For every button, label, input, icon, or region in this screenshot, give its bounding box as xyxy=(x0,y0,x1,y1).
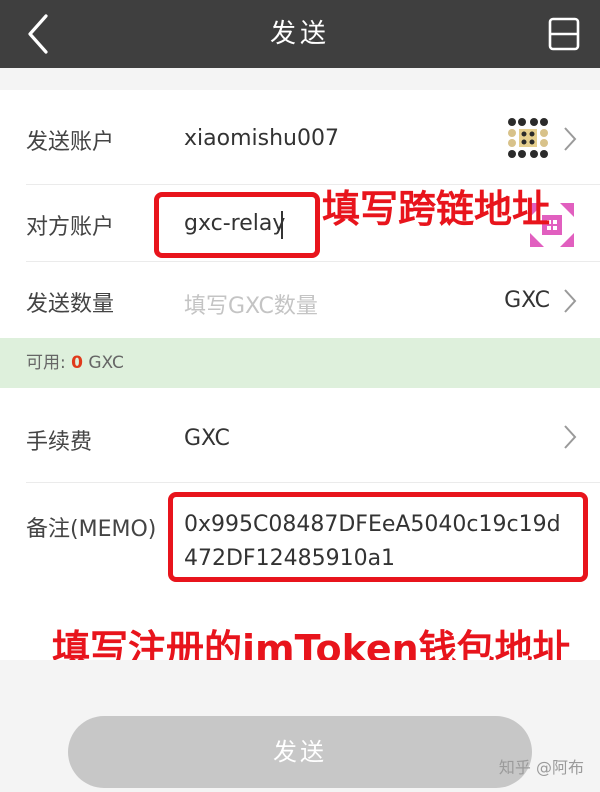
available-balance-bar: 可用: 0 GXC xyxy=(0,338,600,388)
account-avatar xyxy=(506,116,550,160)
highlight-memo xyxy=(168,492,588,582)
available-balance: 可用: 0 GXC xyxy=(26,353,124,373)
scan-button[interactable] xyxy=(546,16,582,52)
fee-value: GXC xyxy=(184,426,230,451)
scan-icon xyxy=(548,17,580,51)
amount-input[interactable]: 填写GXC数量 xyxy=(184,288,318,320)
amount-label: 发送数量 xyxy=(26,292,115,317)
back-button[interactable] xyxy=(20,12,64,56)
chevron-left-icon xyxy=(28,14,48,54)
amount-row: 发送数量 填写GXC数量 GXC xyxy=(0,262,600,338)
chevron-right-icon[interactable] xyxy=(562,126,578,152)
chevron-right-icon[interactable] xyxy=(562,424,578,450)
annotation-cross-chain: 填写跨链地址 xyxy=(322,187,551,231)
highlight-to-account xyxy=(154,192,320,258)
send-account-label: 发送账户 xyxy=(26,130,115,155)
available-amount: 0 xyxy=(71,353,83,373)
top-bar: 发送 xyxy=(0,0,600,68)
fee-row[interactable]: 手续费 GXC xyxy=(0,396,600,482)
amount-unit[interactable]: GXC xyxy=(504,288,550,313)
page-title: 发送 xyxy=(269,19,330,49)
send-account-value: xiaomishu007 xyxy=(184,126,339,151)
send-account-row[interactable]: 发送账户 xiaomishu007 xyxy=(0,92,600,184)
send-button[interactable]: 发送 xyxy=(68,716,532,788)
memo-label: 备注(MEMO) xyxy=(26,517,157,542)
watermark: 知乎 @阿布 xyxy=(498,758,584,777)
fee-label: 手续费 xyxy=(26,430,93,455)
chevron-right-icon[interactable] xyxy=(562,288,578,314)
to-account-label: 对方账户 xyxy=(26,215,115,240)
